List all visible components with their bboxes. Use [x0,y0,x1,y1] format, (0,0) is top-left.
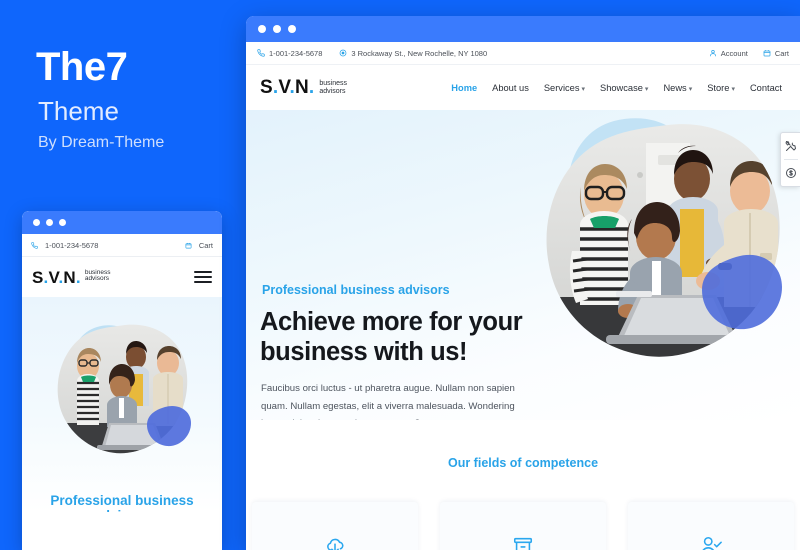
mobile-phone-item[interactable]: 1-001-234-5678 [31,241,98,250]
user-icon [709,49,716,57]
location-pin-icon [340,49,347,57]
competence-card[interactable] [628,502,794,550]
mobile-site-header: S.V.N. business advisors [22,257,222,297]
topbar-address-text: 3 Rockaway St., New Rochelle, NY 1080 [351,48,488,58]
promo-byline: By Dream-Theme [38,134,165,151]
nav-label: News [663,82,687,93]
cart-icon [763,49,771,57]
logo-tagline: business advisors [319,78,347,95]
tools-icon[interactable] [782,137,800,155]
competence-card[interactable] [252,502,418,550]
window-dot-red [33,219,40,226]
main-navigation: Home About us Services ▾ Showcase ▾ News ▾ … [451,83,786,93]
nav-label: Store [707,82,730,93]
logo-mark: S.V.N. [260,77,315,98]
window-dot-green[interactable] [288,25,296,33]
topbar-phone-text: 1-001-234-5678 [269,48,323,58]
nav-label: Contact [749,82,782,93]
site-header: S.V.N. business advisors Home About us S… [246,65,800,110]
hamburger-menu-icon[interactable] [194,271,212,283]
nav-label: About us [492,82,529,93]
competence-section-title: Our fields of competence [447,456,599,470]
mobile-hero-eyebrow-line1: Professional business [50,493,194,508]
nav-item-home[interactable]: Home [451,83,477,93]
chevron-down-icon: ▾ [581,85,586,93]
mobile-cart-item[interactable]: Cart [185,241,213,250]
window-dot-yellow[interactable] [273,25,281,33]
mobile-hero: Professional business advisors [22,297,222,512]
topbar-address[interactable]: 3 Rockaway St., New Rochelle, NY 1080 [339,49,487,58]
nav-item-about-us[interactable]: About us [492,83,529,93]
nav-item-store[interactable]: Store ▾ [707,83,735,93]
nav-label: Services [543,82,580,93]
logo-tagline: business advisors [85,269,111,284]
promo-subtitle: Theme [38,96,119,126]
nav-item-contact[interactable]: Contact [750,83,782,93]
promo-panel: The7 Theme By Dream-Theme 1-001-234-5678… [0,0,250,550]
hero-image [528,115,793,365]
chevron-down-icon: ▾ [644,85,649,93]
logo-tagline-line2: advisors [319,87,346,95]
nav-label: Showcase [600,82,643,93]
chevron-down-icon: ▾ [688,85,693,93]
floating-toolbar [780,132,800,187]
topbar-cart-text: Cart [774,48,789,58]
site-topbar: 1-001-234-5678 3 Rockaway St., New Roche… [246,42,800,65]
settings-coin-icon[interactable] [782,164,800,182]
nav-item-showcase[interactable]: Showcase ▾ [600,83,648,93]
cloud-download-icon [327,538,344,550]
competence-cards [246,502,800,550]
mobile-hero-eyebrow: Professional business advisors [22,493,222,512]
window-dot-red[interactable] [258,25,266,33]
phone-icon [257,49,265,57]
mobile-preview-mockup: 1-001-234-5678 Cart S.V.N. business advi… [22,211,222,550]
mobile-hero-image [47,319,197,464]
topbar-account[interactable]: Account [709,49,748,58]
mobile-browser-chrome [22,211,222,234]
mobile-hero-eyebrow-line2: advisors [22,508,222,512]
site-logo[interactable]: S.V.N. business advisors [260,78,347,97]
topbar-cart[interactable]: Cart [763,49,789,58]
window-dot-green [59,219,66,226]
topbar-account-text: Account [720,48,748,58]
browser-chrome-bar [246,16,800,42]
competence-card[interactable] [440,502,606,550]
logo-tagline-line1: business [319,80,348,87]
topbar-phone[interactable]: 1-001-234-5678 [257,49,322,58]
user-check-icon [702,536,722,550]
hero-eyebrow: Professional business advisors [262,283,450,297]
archive-box-icon [513,537,533,550]
cart-icon [185,242,192,248]
hero-section: Professional business advisors Achieve m… [246,110,800,420]
promo-title: The7 [36,45,128,89]
hero-body-text: Faucibus orci luctus - ut pharetra augue… [261,383,515,420]
nav-item-services[interactable]: Services ▾ [544,83,585,93]
mobile-cart-text: Cart [198,240,213,250]
logo-mark: S.V.N. [32,267,81,287]
browser-window: 1-001-234-5678 3 Rockaway St., New Roche… [246,16,800,550]
window-dot-yellow [46,219,53,226]
nav-label: Home [451,82,478,93]
toolbar-divider [783,159,798,160]
nav-item-news[interactable]: News ▾ [663,83,692,93]
hero-title: Achieve more for your business with us! [260,308,523,366]
mobile-topbar: 1-001-234-5678 Cart [22,234,222,257]
mobile-phone-text: 1-001-234-5678 [45,240,99,250]
chevron-down-icon: ▾ [731,85,735,93]
mobile-logo[interactable]: S.V.N. business advisors [32,269,110,286]
phone-icon [31,241,38,249]
logo-tagline-line2: advisors [84,275,110,283]
